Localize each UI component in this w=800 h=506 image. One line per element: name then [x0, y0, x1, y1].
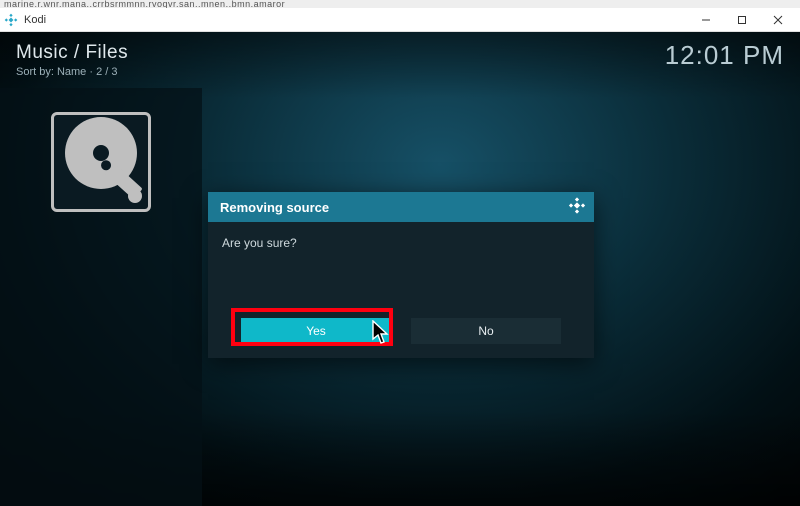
dialog-titlebar: Removing source — [208, 192, 594, 222]
confirm-dialog: Removing source Are you sure? Yes No — [208, 192, 594, 358]
dialog-button-row: Yes No — [208, 318, 594, 358]
top-bar: Music / Files Sort by: Name · 2 / 3 12:0… — [0, 32, 800, 88]
sort-label[interactable]: Sort by: Name — [16, 66, 86, 78]
window-maximize-button[interactable] — [724, 8, 760, 32]
window-titlebar: Kodi — [0, 8, 800, 32]
window-close-button[interactable] — [760, 8, 796, 32]
dialog-title-text: Removing source — [220, 200, 329, 215]
kodi-logo-icon — [568, 197, 586, 218]
yes-button[interactable]: Yes — [241, 318, 391, 344]
left-panel — [0, 88, 202, 506]
harddrive-icon — [51, 112, 151, 212]
kodi-app: Music / Files Sort by: Name · 2 / 3 12:0… — [0, 32, 800, 506]
no-button[interactable]: No — [411, 318, 561, 344]
dialog-body: Are you sure? — [208, 222, 594, 318]
clock: 12:01 PM — [665, 40, 784, 71]
dialog-message: Are you sure? — [222, 236, 297, 250]
garbled-header: marine.r.wnr.mana..crrbsrmmnn.rvoqvr.san… — [0, 0, 800, 8]
window-title: Kodi — [24, 14, 46, 26]
pager-label: 2 / 3 — [96, 66, 117, 78]
window-minimize-button[interactable] — [688, 8, 724, 32]
kodi-app-icon — [4, 13, 18, 27]
